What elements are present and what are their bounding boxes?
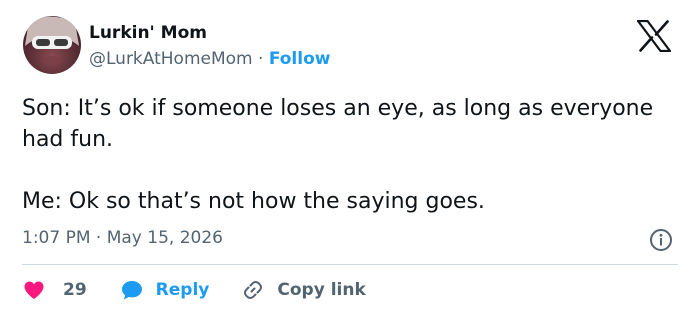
tweet-paragraph: Me: Ok so that’s not how the saying goes… <box>22 189 485 214</box>
author-name[interactable]: Lurkin' Mom <box>89 23 207 43</box>
tweet-time[interactable]: 1:07 PM <box>22 228 91 248</box>
avatar[interactable] <box>23 16 81 74</box>
tweet-paragraph: Son: It’s ok if someone loses an eye, as… <box>22 96 654 152</box>
reply-button[interactable]: Reply <box>120 278 210 302</box>
author-handle[interactable]: @LurkAtHomeMom <box>89 49 253 69</box>
like-count: 29 <box>63 280 87 300</box>
x-logo-icon[interactable] <box>636 19 672 53</box>
speech-bubble-icon <box>120 278 144 302</box>
handle-separator: · <box>258 49 264 69</box>
avatar-photo <box>25 16 79 66</box>
timestamp-separator: · <box>95 228 102 248</box>
follow-button[interactable]: Follow <box>269 49 331 69</box>
tweet-date[interactable]: May 15, 2026 <box>107 228 223 248</box>
info-icon[interactable] <box>649 228 673 252</box>
link-icon <box>241 278 265 302</box>
heart-icon <box>22 278 46 302</box>
copy-link-label: Copy link <box>277 280 366 300</box>
reply-label: Reply <box>155 280 210 300</box>
copy-link-button[interactable]: Copy link <box>241 278 366 302</box>
like-button[interactable]: 29 <box>22 278 87 302</box>
tweet-text: Son: It’s ok if someone loses an eye, as… <box>22 93 672 217</box>
action-bar: 29 Reply Copy link <box>22 276 366 304</box>
divider <box>22 264 678 265</box>
tweet-timestamp: 1:07 PM · May 15, 2026 <box>22 228 223 248</box>
author-handle-row: @LurkAtHomeMom · Follow <box>89 49 330 69</box>
